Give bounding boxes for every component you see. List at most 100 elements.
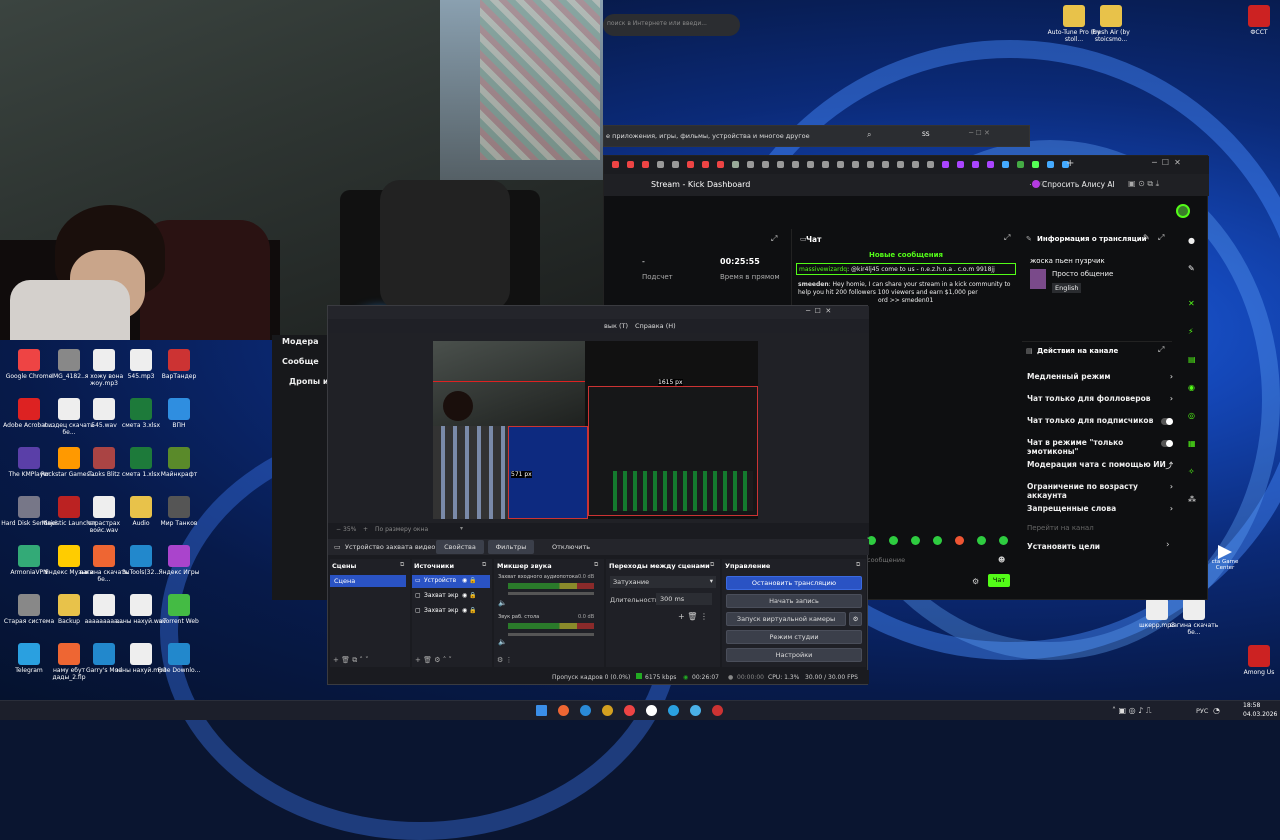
browser-tab[interactable] — [1047, 161, 1054, 168]
dock-icon[interactable]: ⧉ — [400, 561, 404, 569]
chat-popout-icon[interactable]: ⤢ — [1004, 233, 1010, 243]
channel-action-item[interactable]: Чат в режиме "только эмотиконы" — [1027, 438, 1177, 458]
browser-tab[interactable] — [972, 161, 979, 168]
pen-icon[interactable]: ✎ — [1188, 264, 1195, 273]
clock-time[interactable]: 18:58 — [1243, 702, 1260, 709]
channel-action-item[interactable]: Запрещенные слова › — [1027, 504, 1177, 524]
file-explorer-icon[interactable] — [602, 705, 613, 716]
browser-tab[interactable] — [612, 161, 619, 168]
desktop-icon[interactable]: Яндекс Игры — [148, 545, 210, 576]
browser-tab[interactable] — [987, 161, 994, 168]
edit-icon[interactable]: ✎ — [1143, 233, 1150, 242]
mixer-menu-icon[interactable]: ⚙ ⋮ — [497, 656, 513, 664]
emote-icon[interactable] — [977, 536, 986, 545]
browser-tab[interactable] — [642, 161, 649, 168]
desktop-icon[interactable]: ВарТандер — [148, 349, 210, 380]
new-messages-banner[interactable]: Новые сообщения — [792, 251, 1020, 261]
properties-button[interactable]: Свойства — [436, 540, 484, 554]
browser-tab[interactable] — [687, 161, 694, 168]
stop-streaming-button[interactable]: Остановить трансляцию — [726, 576, 862, 590]
browser-tab[interactable] — [942, 161, 949, 168]
emote-icon[interactable] — [999, 536, 1008, 545]
transition-type-select[interactable]: Затухание ▾ — [610, 576, 716, 588]
fit-to-window-select[interactable]: По размеру окна — [375, 526, 428, 533]
game-center-shortcut[interactable]: cta Game Center — [1205, 545, 1245, 585]
browser-tab[interactable] — [912, 161, 919, 168]
set-goals-item[interactable]: Установить цели — [1027, 542, 1100, 551]
edge-icon[interactable] — [580, 705, 591, 716]
visibility-lock-icons[interactable]: ◉ 🔒 — [462, 607, 477, 614]
speaker-icon[interactable]: 🔈 — [498, 638, 507, 646]
browser-tab[interactable] — [837, 161, 844, 168]
window-controls[interactable]: ─ ☐ ✕ — [806, 307, 831, 315]
left-menu-item[interactable]: Дропы и — [289, 377, 329, 386]
chat-username[interactable]: smeeden — [798, 281, 829, 288]
left-menu-item[interactable]: Модера — [282, 337, 318, 346]
document-icon[interactable] — [646, 705, 657, 716]
source-toolbar-buttons[interactable]: + 🗑 ⚙ ˄ ˅ — [415, 656, 452, 664]
left-menu-item[interactable]: Сообще — [282, 357, 319, 366]
channel-action-item[interactable]: Ограничение по возрасту аккаунта › — [1027, 482, 1177, 502]
browser-tab[interactable] — [897, 161, 904, 168]
mixer-channel-2-slider[interactable] — [508, 633, 594, 636]
transition-toolbar[interactable]: + 🗑 ⋮ — [678, 612, 708, 621]
chat-input[interactable]: сообщение — [867, 556, 905, 564]
start-recording-button[interactable]: Начать запись — [726, 594, 862, 608]
desktop-icon[interactable]: Free Downlo... — [148, 643, 210, 674]
chat-username[interactable]: massivewizardq — [799, 266, 847, 273]
chat-bubble-icon[interactable]: ◉ — [1188, 383, 1195, 392]
menu-item-help[interactable]: Справка (H) — [635, 322, 676, 330]
browser-tab[interactable] — [627, 161, 634, 168]
popout-icon[interactable]: ⤢ — [1158, 345, 1164, 355]
profile-badge[interactable]: SS — [922, 131, 930, 138]
studio-mode-button[interactable]: Режим студии — [726, 630, 862, 644]
filters-button[interactable]: Фильтры — [488, 540, 534, 554]
new-tab-button[interactable]: + — [1066, 158, 1074, 169]
obs-icon[interactable] — [712, 705, 723, 716]
expand-icon[interactable]: ⤢ — [771, 234, 777, 244]
clock-date[interactable]: 04.03.2026 — [1243, 711, 1277, 718]
emoji-icon[interactable]: ☻ — [998, 556, 1005, 564]
window-controls[interactable]: ─ ☐ ✕ — [969, 129, 990, 137]
emote-icon[interactable] — [911, 536, 920, 545]
channel-action-item[interactable]: Чат только для фолловеров › — [1027, 394, 1177, 414]
chat-settings-icon[interactable]: ⚙ — [972, 577, 979, 586]
desktop-icon[interactable]: ВПН — [148, 398, 210, 429]
browser-tab[interactable] — [717, 161, 724, 168]
browser-tab[interactable] — [672, 161, 679, 168]
word-icon[interactable] — [668, 705, 679, 716]
emote-icon[interactable] — [889, 536, 898, 545]
speaker-icon[interactable]: 🔈 — [498, 599, 507, 607]
info-icon[interactable]: ● — [1188, 236, 1195, 245]
bolt-icon[interactable]: ⚡ — [1188, 327, 1194, 336]
source-item[interactable]: ▢ Захват экр ◉ 🔒 — [412, 605, 490, 618]
chat-send-button[interactable]: Чат — [988, 574, 1010, 587]
browser-tab[interactable] — [822, 161, 829, 168]
keyboard-language[interactable]: РУС — [1196, 707, 1208, 715]
wrench-icon[interactable]: ✧ — [1188, 467, 1195, 476]
telegram-icon[interactable] — [690, 705, 701, 716]
popout-icon[interactable]: ⤢ — [1158, 233, 1164, 243]
browser-tab[interactable] — [747, 161, 754, 168]
dock-icon[interactable]: ⧉ — [710, 561, 714, 569]
menu-item-tools[interactable]: вык (T) — [604, 322, 628, 330]
toolbar-icons[interactable]: ▣ ⊙ ⧉ ⤓ — [1128, 179, 1159, 189]
mixer-channel-1-slider[interactable] — [508, 592, 594, 595]
browser-tab[interactable] — [732, 161, 739, 168]
browser-tab[interactable] — [852, 161, 859, 168]
visibility-lock-icons[interactable]: ◉ 🔒 — [462, 577, 477, 584]
browser-tab[interactable] — [1032, 161, 1039, 168]
browser-tab[interactable] — [1002, 161, 1009, 168]
zoom-level[interactable]: 35% — [343, 526, 356, 533]
disable-button[interactable]: Отключить — [552, 543, 590, 551]
dock-icon[interactable]: ⧉ — [594, 561, 598, 569]
browser-tab[interactable] — [657, 161, 664, 168]
dock-icon[interactable]: ⧉ — [856, 561, 860, 569]
desktop-icon[interactable]: Майнкрафт — [148, 447, 210, 478]
browser-tab[interactable] — [927, 161, 934, 168]
emote-icon[interactable] — [933, 536, 942, 545]
obs-preview-area[interactable]: 1615 px 571 px — [328, 333, 869, 523]
browser-search-bar[interactable]: поиск в Интернете или введи... — [603, 14, 740, 36]
toggle-switch[interactable] — [1161, 418, 1173, 425]
gear-icon[interactable]: ⚙ — [849, 612, 862, 626]
